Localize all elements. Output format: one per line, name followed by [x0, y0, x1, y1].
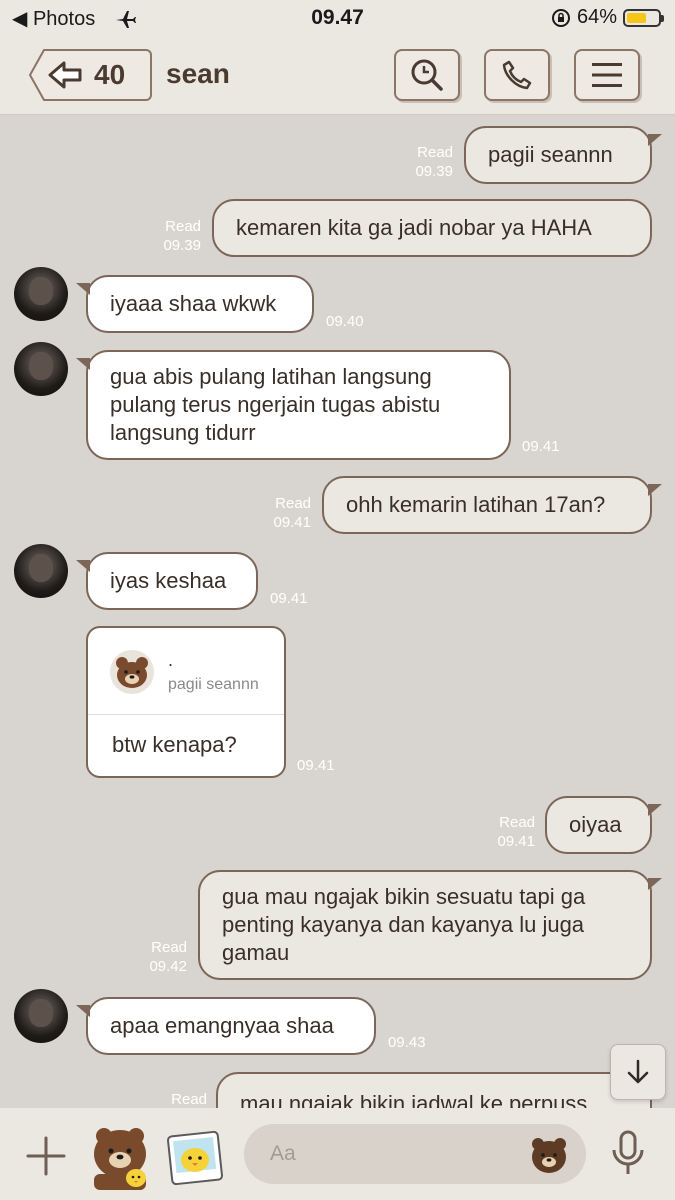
search-button[interactable] [394, 49, 460, 101]
back-arrow-icon [28, 49, 152, 101]
read-receipt: Read [165, 218, 201, 235]
scroll-to-bottom-button[interactable] [610, 1044, 666, 1100]
quoted-sender: . [168, 650, 174, 670]
avatar[interactable] [14, 544, 68, 598]
message-meta: Read 09.41 [258, 494, 311, 532]
battery-percent: 64% [576, 6, 617, 28]
reply-message-bubble[interactable]: . pagii seannn btw kenapa? [86, 626, 286, 778]
message-input[interactable]: Aa [244, 1124, 586, 1184]
avatar[interactable] [14, 267, 68, 321]
chat-title: sean [166, 58, 230, 89]
quoted-message[interactable]: . pagii seannn [88, 628, 284, 715]
message-meta: Read 09.42 [134, 938, 187, 976]
emoji-button[interactable] [166, 1130, 224, 1186]
message-time: 09.40 [326, 313, 364, 330]
chat-header: 40 sean [0, 38, 675, 115]
message-bubble-incoming[interactable]: iyas keshaa [76, 552, 258, 610]
message-text: iyas keshaa [110, 568, 227, 593]
message-time: 09.39 [163, 237, 201, 254]
message-time: 09.42 [149, 958, 187, 975]
read-receipt: Read [499, 814, 535, 831]
quoted-text: pagii seannn [168, 676, 259, 693]
message-text: ohh kemarin latihan 17an? [346, 492, 606, 517]
message-text: gua abis pulang latihan langsung pulang … [110, 364, 441, 445]
message-bubble-outgoing[interactable]: pagii seannn [464, 126, 662, 184]
message-text: pagii seannn [488, 142, 613, 167]
message-time: 09.43 [388, 1034, 426, 1051]
message-bubble-incoming[interactable]: iyaaa shaa wkwk [76, 275, 314, 333]
menu-button[interactable] [574, 49, 640, 101]
message-time: 09.41 [270, 590, 308, 607]
message-meta: Read 09.39 [148, 217, 201, 255]
message-input-placeholder: Aa [270, 1142, 296, 1165]
message-bubble-incoming[interactable]: apaa emangnyaa shaa [76, 997, 376, 1055]
rotation-lock-icon [551, 8, 570, 27]
phone-icon [502, 60, 532, 90]
message-bubble-outgoing[interactable]: oiyaa [545, 796, 662, 854]
read-receipt: Read [151, 939, 187, 956]
message-text: oiyaa [569, 812, 622, 837]
bear-avatar [110, 650, 154, 694]
call-button[interactable] [484, 49, 550, 101]
message-text: btw kenapa? [112, 732, 237, 757]
hamburger-menu-icon [592, 63, 622, 87]
search-icon [411, 59, 443, 91]
sticker-button[interactable] [88, 1124, 152, 1190]
avatar[interactable] [14, 989, 68, 1043]
bear-emoji-icon[interactable] [528, 1134, 570, 1176]
message-time: 09.39 [415, 163, 453, 180]
message-meta: Read 09.41 [482, 813, 535, 851]
message-text: iyaaa shaa wkwk [110, 291, 277, 316]
message-bubble-outgoing[interactable]: ohh kemarin latihan 17an? [322, 476, 662, 534]
bear-icon [116, 657, 148, 688]
message-time: 09.41 [497, 833, 535, 850]
battery-icon [623, 8, 664, 27]
message-time: 09.41 [522, 438, 560, 455]
arrow-down-icon [627, 1059, 649, 1084]
unread-count: 40 [94, 59, 126, 90]
message-text: kemaren kita ga jadi nobar ya HAHA [236, 215, 592, 240]
microphone-icon[interactable] [608, 1130, 648, 1176]
message-bubble-outgoing[interactable]: kemaren kita ga jadi nobar ya HAHA [212, 199, 652, 257]
back-button[interactable]: 40 [28, 49, 152, 101]
message-bubble-incoming[interactable]: gua abis pulang latihan langsung pulang … [76, 350, 511, 460]
message-time: 09.41 [273, 514, 311, 531]
avatar[interactable] [14, 342, 68, 396]
message-time: 09.41 [297, 757, 335, 774]
read-receipt: Read [275, 495, 311, 512]
message-bubble-outgoing[interactable]: gua mau ngajak bikin sesuatu tapi ga pen… [198, 870, 662, 980]
message-text: apaa emangnyaa shaa [110, 1013, 334, 1038]
read-receipt: Read [417, 144, 453, 161]
message-text: gua mau ngajak bikin sesuatu tapi ga pen… [222, 884, 586, 965]
read-receipt: Read [171, 1091, 207, 1108]
message-meta: Read 09.39 [400, 143, 453, 181]
status-bar: ◀ Photos 09.47 64% [0, 0, 675, 38]
plus-icon[interactable] [26, 1136, 66, 1176]
composer-bar: Aa [0, 1108, 675, 1200]
